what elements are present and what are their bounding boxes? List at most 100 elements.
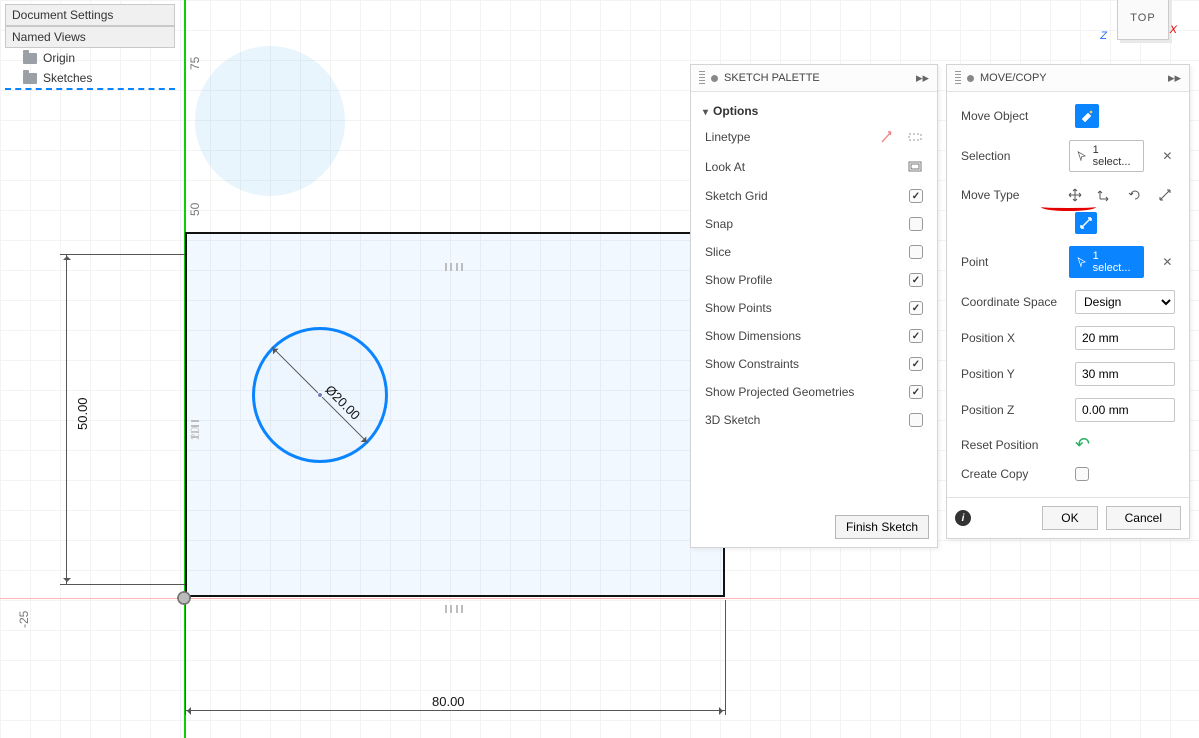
panel-titlebar[interactable]: SKETCH PALETTE ▸▸ [691, 65, 937, 92]
create-copy-checkbox[interactable] [1075, 467, 1089, 481]
show-dimensions-checkbox[interactable] [909, 329, 923, 343]
finish-sketch-button[interactable]: Finish Sketch [835, 515, 929, 539]
browser-item-label: Document Settings [12, 8, 113, 22]
selection-text: 1 select... [1093, 144, 1137, 168]
option-3d-sketch: 3D Sketch [701, 406, 927, 434]
point-picker[interactable]: 1 select... [1069, 246, 1144, 278]
option-snap: Snap [701, 210, 927, 238]
point-row: Point 1 select... ✕ [957, 240, 1179, 284]
look-at-icon[interactable] [907, 159, 923, 175]
axis-z-label: Z [1100, 30, 1107, 42]
move-type-translate-icon[interactable] [1095, 184, 1115, 206]
sketch-origin-marker[interactable] [176, 590, 192, 606]
option-label: Show Projected Geometries [705, 385, 854, 399]
height-dimension-value[interactable]: 50.00 [75, 397, 90, 430]
create-copy-row: Create Copy [957, 461, 1179, 487]
pin-icon[interactable]: ▸▸ [916, 70, 929, 86]
show-points-checkbox[interactable] [909, 301, 923, 315]
row-label: Coordinate Space [961, 295, 1065, 309]
reset-position-icon[interactable]: ↶ [1075, 434, 1090, 455]
grid-label: 50 [188, 203, 202, 216]
slice-checkbox[interactable] [909, 245, 923, 259]
browser-item-label: Sketches [43, 71, 92, 85]
row-label: Point [961, 255, 1059, 269]
3d-sketch-checkbox[interactable] [909, 413, 923, 427]
position-y-row: Position Y [957, 356, 1179, 392]
option-label: 3D Sketch [705, 413, 760, 427]
move-type-rotate-icon[interactable] [1125, 184, 1145, 206]
show-projected-checkbox[interactable] [909, 385, 923, 399]
move-type-scale-icon[interactable] [1155, 184, 1175, 206]
coord-space-select[interactable]: Design [1075, 290, 1175, 314]
row-label: Position Z [961, 403, 1065, 417]
panel-title: SKETCH PALETTE [724, 72, 820, 84]
selection-row: Selection 1 select... ✕ [957, 134, 1179, 178]
sketch-circle[interactable] [252, 327, 388, 463]
midpoint-constraint-icon[interactable] [443, 604, 465, 614]
browser-sketches[interactable]: Sketches [5, 68, 175, 90]
option-label: Show Points [705, 301, 772, 315]
grid-label: -25 [17, 611, 31, 628]
cancel-button[interactable]: Cancel [1106, 506, 1181, 530]
drag-handle-icon[interactable] [699, 71, 705, 85]
position-x-row: Position X [957, 320, 1179, 356]
axis-x-label: X [1170, 24, 1177, 36]
linetype-construction-icon[interactable] [907, 129, 923, 145]
row-label: Move Object [961, 109, 1065, 123]
show-constraints-checkbox[interactable] [909, 357, 923, 371]
row-label: Move Type [961, 188, 1055, 202]
browser-item-label: Origin [43, 51, 75, 65]
linetype-solid-icon[interactable] [881, 129, 897, 145]
browser-document-settings[interactable]: Document Settings [5, 4, 175, 26]
option-label: Show Dimensions [705, 329, 801, 343]
position-z-input[interactable] [1075, 398, 1175, 422]
cursor-icon [1076, 150, 1087, 162]
sketch-grid-checkbox[interactable] [909, 189, 923, 203]
move-type-row-2 [957, 212, 1179, 240]
option-label: Show Profile [705, 273, 772, 287]
width-dimension-value[interactable]: 80.00 [432, 694, 465, 709]
height-dimension-line[interactable] [66, 254, 67, 584]
position-x-input[interactable] [1075, 326, 1175, 350]
grid-label: 75 [188, 57, 202, 70]
ok-button[interactable]: OK [1042, 506, 1097, 530]
clear-selection-icon[interactable]: ✕ [1160, 148, 1175, 164]
browser-named-views[interactable]: Named Views [5, 26, 175, 48]
option-label: Show Constraints [705, 357, 799, 371]
option-look-at: Look At [701, 152, 927, 182]
bullet-icon [967, 75, 974, 82]
dimension-extension [185, 600, 186, 715]
drag-handle-icon[interactable] [955, 71, 961, 85]
red-annotation-mark [1041, 203, 1096, 211]
info-icon[interactable]: i [955, 510, 971, 526]
row-label: Selection [961, 149, 1059, 163]
show-profile-checkbox[interactable] [909, 273, 923, 287]
folder-icon [23, 73, 37, 84]
clear-point-icon[interactable]: ✕ [1160, 254, 1175, 270]
point-text: 1 select... [1093, 250, 1137, 274]
options-section-toggle[interactable]: Options [701, 98, 927, 122]
selection-picker[interactable]: 1 select... [1069, 140, 1144, 172]
reset-position-row: Reset Position ↶ [957, 428, 1179, 461]
bullet-icon [711, 75, 718, 82]
view-cube[interactable]: TOP [1117, 0, 1169, 40]
option-show-constraints: Show Constraints [701, 350, 927, 378]
browser-tree: Document Settings Named Views Origin Ske… [5, 4, 175, 90]
midpoint-constraint-icon[interactable] [443, 262, 465, 272]
option-slice: Slice [701, 238, 927, 266]
row-label: Reset Position [961, 438, 1065, 452]
pin-icon[interactable]: ▸▸ [1168, 70, 1181, 86]
move-object-mode-icon[interactable] [1075, 104, 1099, 128]
width-dimension-line[interactable] [185, 710, 725, 711]
grid-label: 20 [188, 427, 202, 440]
browser-origin[interactable]: Origin [5, 48, 175, 68]
option-show-dimensions: Show Dimensions [701, 322, 927, 350]
dimension-extension [60, 254, 185, 255]
option-label: Look At [705, 160, 745, 174]
move-copy-panel: MOVE/COPY ▸▸ Move Object Selection 1 sel… [946, 64, 1190, 539]
panel-titlebar[interactable]: MOVE/COPY ▸▸ [947, 65, 1189, 92]
move-type-point-to-point-icon[interactable] [1075, 212, 1097, 234]
snap-checkbox[interactable] [909, 217, 923, 231]
position-y-input[interactable] [1075, 362, 1175, 386]
option-label: Linetype [705, 130, 750, 144]
